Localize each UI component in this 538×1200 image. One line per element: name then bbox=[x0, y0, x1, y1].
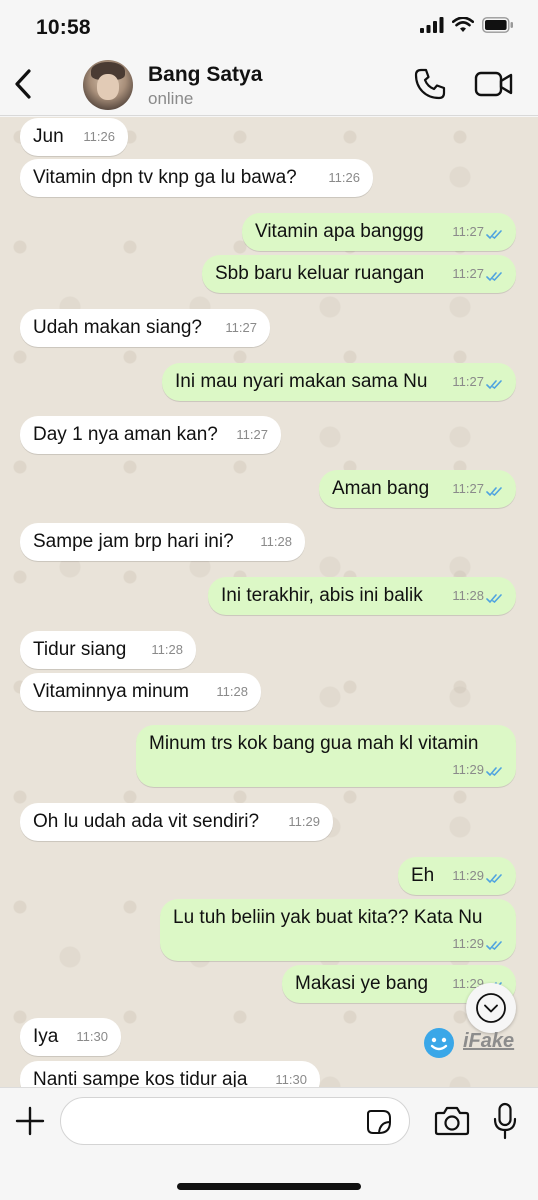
ifake-logo-icon bbox=[424, 1028, 454, 1058]
message-text: Jun bbox=[33, 126, 64, 147]
message-time: 11:28 bbox=[452, 588, 484, 603]
double-check-icon bbox=[486, 380, 502, 390]
message-bubble[interactable]: Minum trs kok bang gua mah kl vitamin 11… bbox=[136, 725, 516, 787]
message-text: Vitaminnya minum bbox=[33, 681, 189, 702]
status-icons bbox=[420, 17, 514, 33]
double-check-icon bbox=[486, 487, 502, 497]
message-bubble[interactable]: Oh lu udah ada vit sendiri? 11:29 bbox=[20, 803, 333, 841]
watermark-text: iFake bbox=[463, 1030, 515, 1052]
message-bubble[interactable]: Sbb baru keluar ruangan 11:27 bbox=[202, 255, 516, 293]
message-time: 11:28 bbox=[216, 684, 248, 699]
message-time: 11:26 bbox=[83, 129, 115, 144]
chat-header: Bang Satya online bbox=[0, 52, 538, 116]
message-time: 11:26 bbox=[328, 170, 360, 185]
message-text: Eh bbox=[411, 865, 435, 886]
message-text: Vitamin apa banggg bbox=[255, 221, 424, 242]
message-bubble[interactable]: Lu tuh beliin yak buat kita?? Kata Nu 11… bbox=[160, 899, 516, 961]
message-time: 11:28 bbox=[151, 642, 183, 657]
message-bubble[interactable]: Sampe jam brp hari ini? 11:28 bbox=[20, 523, 305, 561]
message-bubble[interactable]: Aman bang 11:27 bbox=[319, 470, 516, 508]
wifi-icon bbox=[452, 17, 474, 32]
message-time: 11:29 bbox=[288, 814, 320, 829]
message-bubble[interactable]: Eh 11:29 bbox=[398, 857, 516, 895]
message-text: Day 1 nya aman kan? bbox=[33, 424, 218, 445]
message-time: 11:27 bbox=[452, 374, 484, 389]
message-text: Ini terakhir, abis ini balik bbox=[221, 585, 423, 606]
message-text: Makasi ye bang bbox=[295, 973, 429, 994]
message-bubble[interactable]: Vitamin apa banggg 11:27 bbox=[242, 213, 516, 251]
signal-icon bbox=[420, 17, 444, 33]
message-bubble[interactable]: Vitaminnya minum 11:28 bbox=[20, 673, 261, 711]
input-bar bbox=[0, 1087, 538, 1200]
contact-name[interactable]: Bang Satya bbox=[148, 63, 262, 87]
message-bubble[interactable]: Nanti sampe kos tidur aja 11:30 bbox=[20, 1061, 320, 1087]
message-time: 11:27 bbox=[236, 427, 268, 442]
message-text: Vitamin dpn tv knp ga lu bawa? bbox=[33, 167, 297, 188]
message-bubble[interactable]: Tidur siang 11:28 bbox=[20, 631, 196, 669]
sticker-icon[interactable] bbox=[366, 1109, 392, 1135]
phone-icon[interactable] bbox=[413, 67, 447, 101]
message-time: 11:27 bbox=[452, 266, 484, 281]
microphone-icon[interactable] bbox=[492, 1102, 518, 1140]
video-camera-icon[interactable] bbox=[474, 70, 514, 98]
message-text: Minum trs kok bang gua mah kl vitamin bbox=[149, 733, 479, 754]
message-bubble[interactable]: Ini terakhir, abis ini balik 11:28 bbox=[208, 577, 516, 615]
message-text: Aman bang bbox=[332, 478, 430, 499]
status-time: 10:58 bbox=[36, 16, 91, 39]
message-text: Lu tuh beliin yak buat kita?? Kata Nu bbox=[173, 907, 483, 928]
message-text: Iya bbox=[33, 1026, 59, 1047]
double-check-icon bbox=[486, 230, 502, 240]
message-text: Sampe jam brp hari ini? bbox=[33, 531, 234, 552]
message-time: 11:28 bbox=[260, 534, 292, 549]
plus-icon[interactable] bbox=[14, 1105, 46, 1137]
message-text: Tidur siang bbox=[33, 639, 127, 660]
message-bubble[interactable]: Ini mau nyari makan sama Nu 11:27 bbox=[162, 363, 516, 401]
message-time: 11:27 bbox=[225, 320, 257, 335]
contact-status: online bbox=[148, 89, 194, 108]
message-time: 11:29 bbox=[452, 762, 484, 777]
message-text: Sbb baru keluar ruangan bbox=[215, 263, 425, 284]
double-check-icon bbox=[486, 941, 502, 951]
double-check-icon bbox=[486, 594, 502, 604]
message-time: 11:30 bbox=[76, 1029, 108, 1044]
double-check-icon bbox=[486, 272, 502, 282]
message-text: Ini mau nyari makan sama Nu bbox=[175, 371, 428, 392]
message-time: 11:27 bbox=[452, 481, 484, 496]
home-indicator bbox=[177, 1183, 361, 1190]
scroll-down-button[interactable] bbox=[466, 983, 516, 1033]
message-bubble[interactable]: Udah makan siang? 11:27 bbox=[20, 309, 270, 347]
camera-icon[interactable] bbox=[434, 1105, 470, 1137]
message-bubble[interactable]: Vitamin dpn tv knp ga lu bawa? 11:26 bbox=[20, 159, 373, 197]
chat-area[interactable]: Jun 11:26 Vitamin dpn tv knp ga lu bawa?… bbox=[0, 117, 538, 1087]
message-bubble[interactable]: Jun 11:26 bbox=[20, 118, 128, 156]
message-time: 11:29 bbox=[452, 936, 484, 951]
message-text: Udah makan siang? bbox=[33, 317, 202, 338]
message-bubble[interactable]: Iya 11:30 bbox=[20, 1018, 121, 1056]
message-time: 11:30 bbox=[275, 1072, 307, 1087]
double-check-icon bbox=[486, 767, 502, 777]
message-input[interactable] bbox=[60, 1097, 410, 1145]
battery-icon bbox=[482, 17, 513, 33]
double-check-icon bbox=[486, 874, 502, 884]
message-bubble[interactable]: Day 1 nya aman kan? 11:27 bbox=[20, 416, 281, 454]
chevron-down-circle-icon bbox=[476, 993, 506, 1023]
message-time: 11:27 bbox=[452, 224, 484, 239]
status-bar: 10:58 bbox=[0, 0, 538, 52]
message-text: Nanti sampe kos tidur aja bbox=[33, 1069, 248, 1087]
message-time: 11:29 bbox=[452, 868, 484, 883]
avatar[interactable] bbox=[83, 60, 133, 110]
message-text: Oh lu udah ada vit sendiri? bbox=[33, 811, 260, 832]
chevron-left-icon[interactable] bbox=[10, 66, 38, 102]
